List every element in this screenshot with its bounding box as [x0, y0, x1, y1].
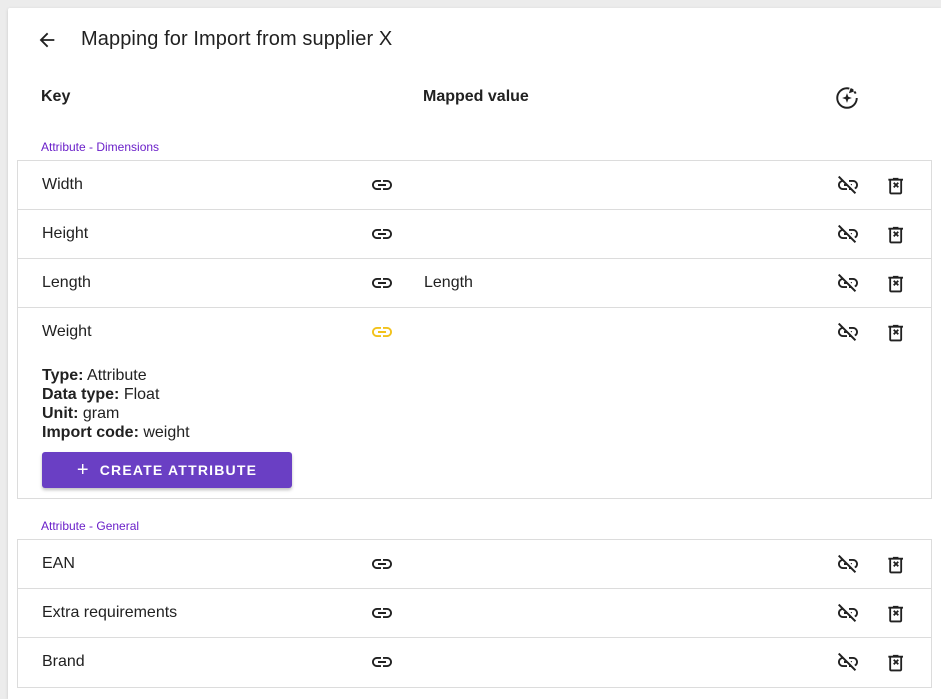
mapping-row-extra-requirements: Extra requirements	[18, 589, 931, 638]
link-button[interactable]	[368, 550, 396, 578]
delete-x-icon	[888, 556, 904, 574]
create-attribute-label: CREATE ATTRIBUTE	[99, 462, 258, 478]
page-header: Mapping for Import from supplier X	[8, 8, 941, 72]
auto-map-button[interactable]	[833, 84, 861, 112]
link-icon	[372, 608, 392, 618]
unlink-button[interactable]	[834, 220, 862, 248]
link-icon	[372, 180, 392, 190]
row-key: Length	[42, 274, 91, 291]
row-key: Width	[42, 176, 83, 193]
unlink-button[interactable]	[834, 318, 862, 346]
row-key: Brand	[42, 653, 85, 670]
delete-button[interactable]	[882, 269, 910, 297]
link-button[interactable]	[368, 648, 396, 676]
group-dimensions: Width Height Length Length Weight Type: …	[17, 160, 932, 499]
unlink-button[interactable]	[834, 269, 862, 297]
mapping-row-ean: EAN	[18, 540, 931, 589]
unlink-button[interactable]	[834, 171, 862, 199]
row-key: EAN	[42, 555, 75, 572]
delete-x-icon	[888, 275, 904, 293]
link-off-icon	[838, 175, 858, 195]
delete-button[interactable]	[882, 220, 910, 248]
row-key: Height	[42, 225, 89, 242]
detail-import-code: Import code: weight	[42, 424, 190, 441]
back-button[interactable]	[33, 26, 61, 54]
link-icon	[372, 327, 392, 337]
delete-x-icon	[888, 324, 904, 342]
detail-data-type: Data type: Float	[42, 386, 160, 403]
row-key: Weight	[42, 323, 92, 340]
link-off-icon	[838, 603, 858, 623]
mapping-card: Mapping for Import from supplier X Key M…	[8, 8, 941, 699]
link-button[interactable]	[368, 318, 396, 346]
delete-x-icon	[888, 177, 904, 195]
row-key: Extra requirements	[42, 604, 178, 621]
delete-x-icon	[888, 226, 904, 244]
detail-type: Type: Attribute	[42, 367, 147, 384]
delete-button[interactable]	[882, 648, 910, 676]
column-header-key: Key	[41, 88, 71, 105]
group-label-general: Attribute - General	[41, 519, 140, 533]
mapping-row-brand: Brand	[18, 638, 931, 687]
delete-x-icon	[888, 605, 904, 623]
detail-unit: Unit: gram	[42, 405, 120, 422]
link-icon	[372, 657, 392, 667]
mapping-row-width: Width	[18, 161, 931, 210]
page-title: Mapping for Import from supplier X	[81, 28, 393, 50]
arrow-left-icon	[39, 32, 55, 48]
unlink-button[interactable]	[834, 550, 862, 578]
link-off-icon	[838, 554, 858, 574]
link-off-icon	[838, 273, 858, 293]
mapping-row-weight: Weight Type: Attribute Data type: Float …	[18, 308, 931, 498]
delete-button[interactable]	[882, 171, 910, 199]
link-off-icon	[838, 322, 858, 342]
delete-x-icon	[888, 654, 904, 672]
delete-button[interactable]	[882, 550, 910, 578]
group-general: EAN Extra requirements Brand	[17, 539, 932, 688]
link-button[interactable]	[368, 269, 396, 297]
link-button[interactable]	[368, 599, 396, 627]
mapping-row-length: Length Length	[18, 259, 931, 308]
row-mapped-value: Length	[424, 274, 473, 291]
mapping-row-height: Height	[18, 210, 931, 259]
link-off-icon	[838, 224, 858, 244]
link-icon	[372, 559, 392, 569]
auto-map-icon	[836, 87, 858, 109]
link-icon	[372, 278, 392, 288]
group-label-dimensions: Attribute - Dimensions	[41, 140, 160, 154]
unlink-button[interactable]	[834, 648, 862, 676]
link-off-icon	[838, 652, 858, 672]
column-header-mapped-value: Mapped value	[423, 88, 529, 105]
delete-button[interactable]	[882, 318, 910, 346]
delete-button[interactable]	[882, 599, 910, 627]
link-button[interactable]	[368, 171, 396, 199]
plus-icon: +	[76, 459, 90, 481]
create-attribute-button[interactable]: + CREATE ATTRIBUTE	[42, 452, 292, 488]
link-button[interactable]	[368, 220, 396, 248]
attribute-details: Type: Attribute Data type: Float Unit: g…	[42, 366, 190, 442]
link-icon	[372, 229, 392, 239]
unlink-button[interactable]	[834, 599, 862, 627]
